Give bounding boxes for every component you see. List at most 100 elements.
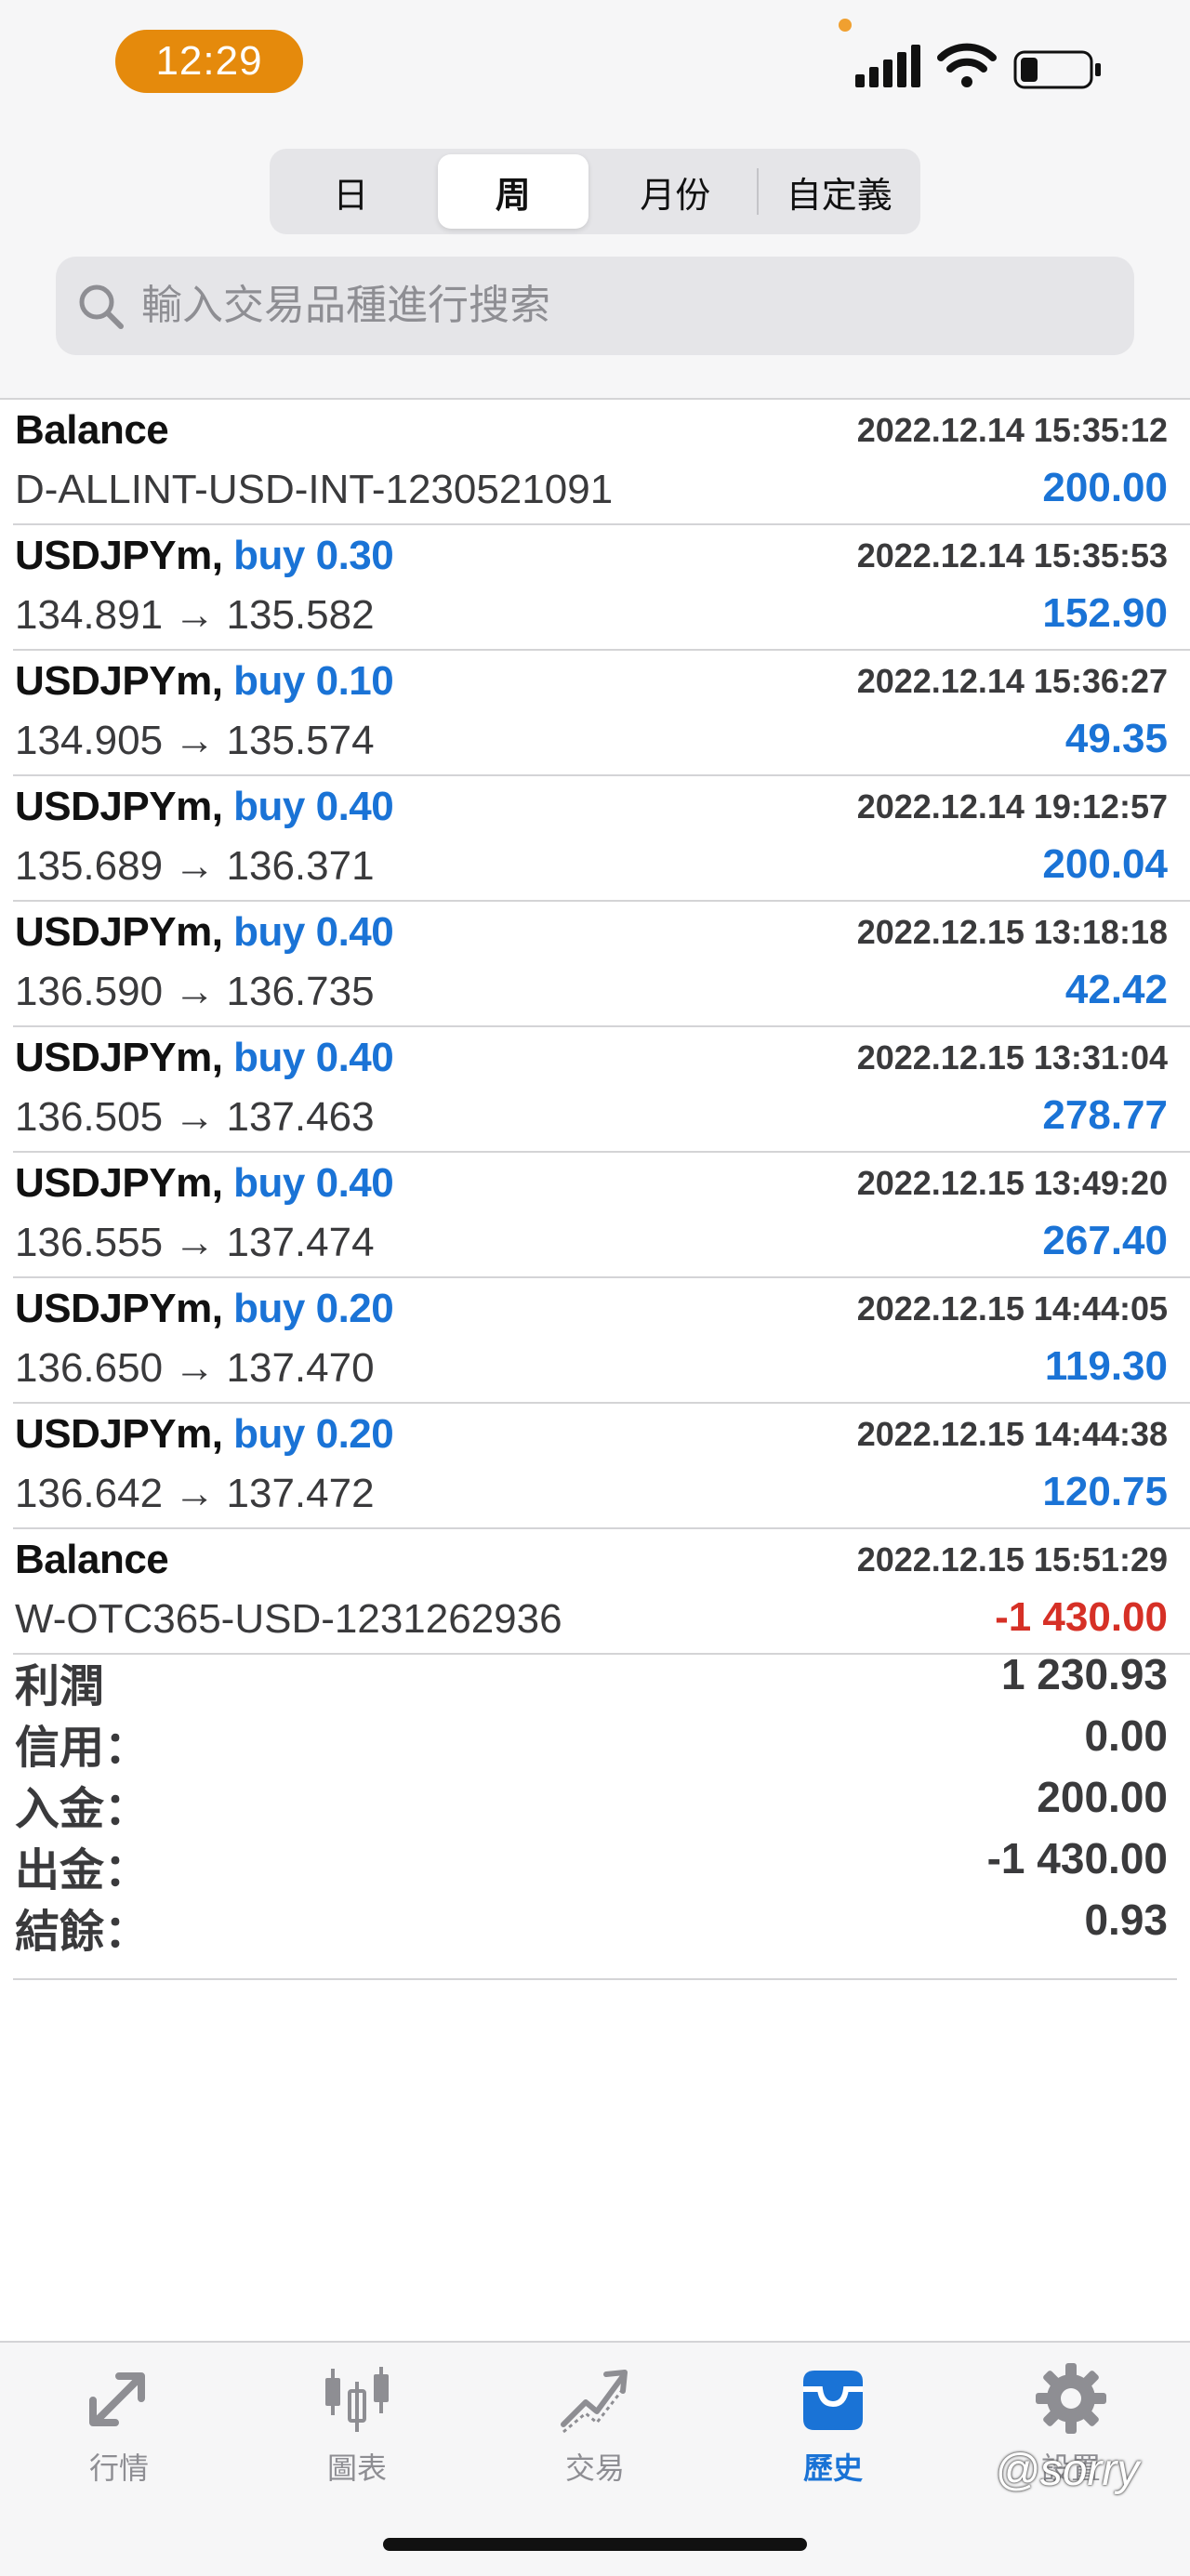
row-price-range: 134.891 → 135.582 — [15, 592, 375, 638]
row-trade-side: buy 0.40 — [233, 909, 394, 955]
row-date: 2022.12.15 15:51:29 — [856, 1540, 1168, 1579]
row-amount: 278.77 — [1042, 1092, 1168, 1138]
tab-charts[interactable]: 圖表 — [283, 2361, 431, 2491]
candlestick-chart-icon — [325, 2367, 389, 2432]
search-bar[interactable] — [56, 257, 1134, 355]
row-amount: 49.35 — [1064, 716, 1168, 761]
history-row-balance-deposit[interactable]: Balance 2022.12.14 15:35:12 D-ALLINT-USD… — [13, 400, 1190, 525]
history-row-trade[interactable]: USDJPYm, buy 0.40 2022.12.14 19:12:57 13… — [13, 776, 1190, 902]
wifi-icon — [937, 43, 997, 87]
cellular-signal-icon — [855, 45, 920, 87]
history-row-balance-withdrawal[interactable]: Balance 2022.12.15 15:51:29 W-OTC365-USD… — [13, 1529, 1190, 1655]
row-price-range: 135.689 → 136.371 — [15, 843, 375, 889]
history-row-trade[interactable]: USDJPYm, buy 0.20 2022.12.15 14:44:38 13… — [13, 1404, 1190, 1529]
row-trade-side: buy 0.10 — [233, 658, 394, 704]
row-amount: -1 430.00 — [995, 1594, 1168, 1640]
segment-day[interactable]: 日 — [275, 154, 427, 229]
segment-custom[interactable]: 自定義 — [764, 154, 916, 229]
row-price-range: 134.905 → 135.574 — [15, 718, 375, 763]
row-trade-side: buy 0.40 — [233, 784, 394, 829]
row-amount: 152.90 — [1042, 590, 1168, 636]
segment-week[interactable]: 周 — [437, 154, 588, 229]
history-row-trade[interactable]: USDJPYm, buy 0.40 2022.12.15 13:18:18 13… — [13, 902, 1190, 1027]
row-title: USDJPYm, buy 0.40 — [15, 909, 394, 955]
tab-trade[interactable]: 交易 — [521, 2361, 669, 2491]
history-row-trade[interactable]: USDJPYm, buy 0.10 2022.12.14 15:36:27 13… — [13, 651, 1190, 776]
history-list: Balance 2022.12.14 15:35:12 D-ALLINT-USD… — [0, 400, 1190, 1655]
row-amount: 267.40 — [1042, 1218, 1168, 1263]
quotes-arrows-icon — [89, 2372, 145, 2426]
summary-profit: 利潤 1 230.93 — [13, 1642, 1177, 1711]
history-inbox-icon — [803, 2371, 863, 2430]
tab-history-label: 歷史 — [802, 2451, 863, 2485]
summary-credit-value: 0.00 — [1084, 1711, 1168, 1760]
battery-icon — [1013, 50, 1101, 89]
summary-deposit: 入金： 200.00 — [13, 1764, 1177, 1834]
row-title: USDJPYm, buy 0.10 — [15, 658, 394, 704]
trade-trend-icon — [561, 2370, 628, 2434]
tab-quotes-label: 行情 — [88, 2451, 149, 2485]
row-price-range: 136.590 → 136.735 — [15, 969, 375, 1014]
history-summary: 利潤 1 230.93 信用： 0.00 入金： 200.00 出金： -1 4… — [13, 1642, 1177, 1980]
row-title: USDJPYm, buy 0.40 — [15, 1035, 394, 1080]
search-input[interactable] — [139, 282, 1134, 330]
row-price-range: 136.642 → 137.472 — [15, 1471, 375, 1516]
row-title: USDJPYm, buy 0.20 — [15, 1286, 394, 1331]
summary-balance: 結餘： 0.93 — [13, 1887, 1177, 1957]
history-row-trade[interactable]: USDJPYm, buy 0.20 2022.12.15 14:44:05 13… — [13, 1278, 1190, 1404]
row-price-range: 136.650 → 137.470 — [15, 1345, 375, 1391]
row-trade-side: buy 0.20 — [233, 1411, 394, 1457]
row-date: 2022.12.14 19:12:57 — [856, 787, 1168, 826]
tab-charts-label: 圖表 — [326, 2451, 387, 2485]
row-date: 2022.12.15 14:44:05 — [856, 1289, 1168, 1328]
row-price-range: 136.555 → 137.474 — [15, 1220, 375, 1265]
row-comment: D-ALLINT-USD-INT-1230521091 — [15, 467, 614, 512]
summary-balance-value: 0.93 — [1084, 1896, 1168, 1944]
row-date: 2022.12.14 15:36:27 — [856, 662, 1168, 700]
row-amount: 200.00 — [1042, 465, 1168, 510]
tab-quotes[interactable]: 行情 — [45, 2361, 193, 2491]
row-date: 2022.12.15 14:44:38 — [856, 1415, 1168, 1453]
row-amount: 119.30 — [1044, 1343, 1168, 1389]
gear-icon — [1036, 2363, 1106, 2434]
row-comment: W-OTC365-USD-1231262936 — [15, 1596, 562, 1642]
home-indicator[interactable] — [383, 2538, 807, 2551]
row-amount: 200.04 — [1042, 841, 1168, 887]
row-date: 2022.12.14 15:35:53 — [856, 536, 1168, 575]
row-trade-side: buy 0.40 — [233, 1035, 394, 1080]
search-icon — [79, 284, 124, 329]
row-date: 2022.12.15 13:18:18 — [856, 913, 1168, 951]
row-date: 2022.12.14 15:35:12 — [856, 411, 1168, 449]
row-title: USDJPYm, buy 0.40 — [15, 784, 394, 829]
row-title: USDJPYm, buy 0.20 — [15, 1411, 394, 1457]
row-trade-side: buy 0.20 — [233, 1286, 394, 1331]
period-segmented-control: 日 周 月份 自定義 — [270, 149, 920, 234]
summary-withdrawal-value: -1 430.00 — [986, 1834, 1168, 1882]
history-row-trade[interactable]: USDJPYm, buy 0.30 2022.12.14 15:35:53 13… — [13, 525, 1190, 651]
history-row-trade[interactable]: USDJPYm, buy 0.40 2022.12.15 13:49:20 13… — [13, 1153, 1190, 1278]
header-area: 日 周 月份 自定義 — [0, 130, 1190, 400]
row-trade-side: buy 0.40 — [233, 1160, 394, 1206]
row-title: Balance — [15, 1537, 169, 1582]
row-amount: 120.75 — [1042, 1469, 1168, 1514]
segment-divider — [756, 168, 759, 215]
status-time: 12:29 — [115, 30, 303, 93]
row-date: 2022.12.15 13:31:04 — [856, 1038, 1168, 1077]
summary-deposit-value: 200.00 — [1037, 1773, 1168, 1821]
summary-profit-value: 1 230.93 — [1000, 1650, 1168, 1698]
privacy-indicator-dot — [839, 19, 852, 32]
summary-credit: 信用： 0.00 — [13, 1703, 1177, 1773]
row-amount: 42.42 — [1064, 967, 1168, 1012]
status-bar: 12:29 — [0, 0, 1190, 130]
summary-balance-label: 結餘： — [15, 1908, 150, 1957]
row-trade-side: buy 0.30 — [233, 533, 394, 578]
row-date: 2022.12.15 13:49:20 — [856, 1164, 1168, 1202]
watermark: @sorry — [995, 2446, 1140, 2495]
history-row-trade[interactable]: USDJPYm, buy 0.40 2022.12.15 13:31:04 13… — [13, 1027, 1190, 1153]
row-price-range: 136.505 → 137.463 — [15, 1094, 375, 1140]
segment-month[interactable]: 月份 — [600, 154, 751, 229]
summary-withdrawal: 出金： -1 430.00 — [13, 1826, 1177, 1896]
tab-history[interactable]: 歷史 — [759, 2361, 907, 2491]
row-title: Balance — [15, 407, 169, 453]
tab-trade-label: 交易 — [564, 2451, 625, 2485]
